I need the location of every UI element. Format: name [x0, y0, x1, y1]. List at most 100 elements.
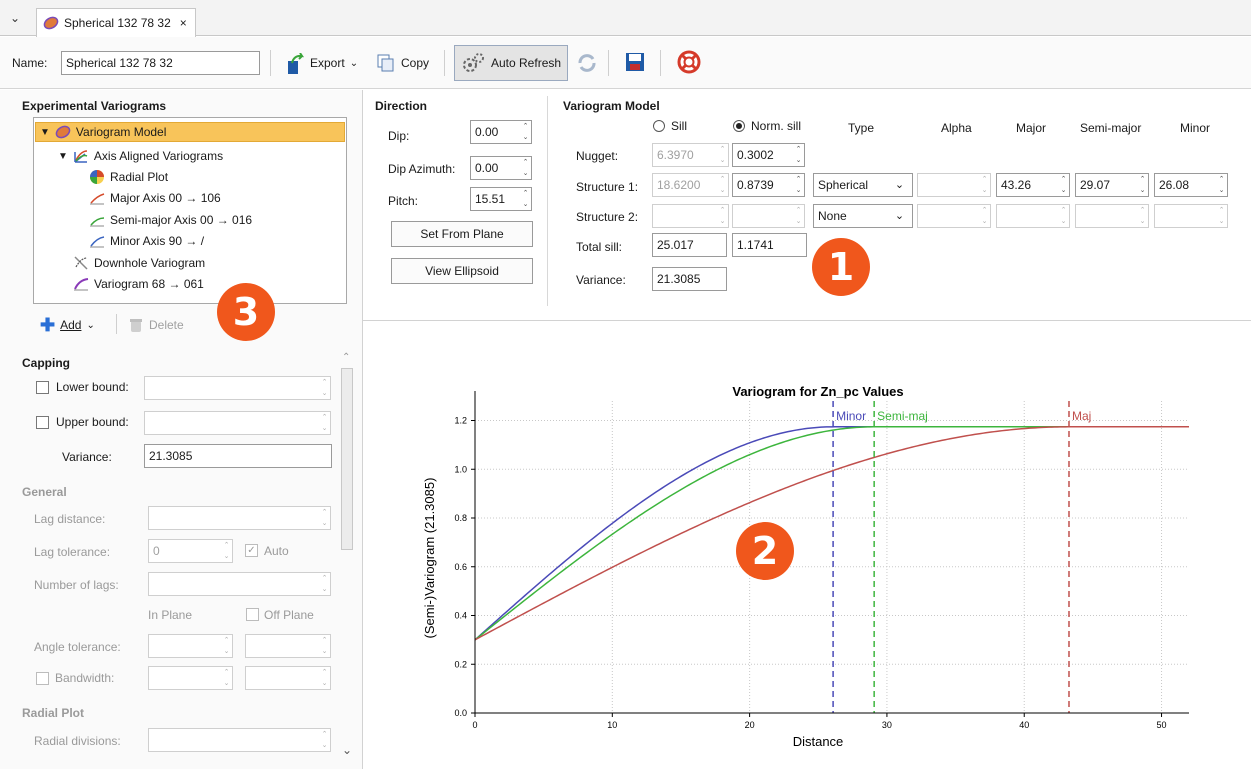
axis-aligned-icon	[73, 148, 89, 164]
structure-1-sill-input[interactable]: 18.6200	[652, 173, 718, 197]
tree-item-variogram-model[interactable]: ▼ Variogram Model	[35, 122, 345, 142]
structure-1-minor-input[interactable]: 26.08	[1154, 173, 1217, 197]
chevron-down-icon[interactable]: ⌄	[887, 173, 913, 197]
structure-2-major-spinner[interactable]: ⌃ ⌄	[1058, 204, 1070, 228]
structure-2-norm-input[interactable]	[732, 204, 794, 228]
structure-2-semi-major-spinner[interactable]: ⌃ ⌄	[1137, 204, 1149, 228]
close-icon[interactable]: ×	[180, 16, 187, 30]
scroll-down-icon[interactable]: ⌄	[342, 743, 352, 757]
dip-azimuth-input[interactable]: 0.00	[470, 156, 521, 180]
tree-item-minor-axis[interactable]: Minor Axis 90 → /	[89, 231, 204, 251]
view-ellipsoid-button[interactable]: View Ellipsoid	[391, 258, 533, 284]
structure-1-minor-spinner[interactable]: ⌃ ⌄	[1216, 173, 1228, 197]
help-lifebuoy-icon[interactable]	[677, 50, 701, 74]
expand-triangle-icon[interactable]: ▼	[40, 127, 50, 138]
nugget-norm-input[interactable]: 0.3002	[732, 143, 794, 167]
chevron-down-icon[interactable]: ⌄	[887, 204, 913, 228]
bandwidth-in-plane-spinner[interactable]: ⌃ ⌄	[221, 666, 233, 690]
scrollbar[interactable]: ⌃ ⌄	[339, 352, 355, 762]
tree-item-axis-aligned[interactable]: ▼ Axis Aligned Variograms	[58, 146, 223, 166]
nugget-sill-spinner[interactable]: ⌃ ⌄	[717, 143, 729, 167]
structure-1-semi-major-input[interactable]: 29.07	[1075, 173, 1138, 197]
structure-2-alpha-input[interactable]	[917, 204, 980, 228]
tab-spherical[interactable]: Spherical 132 78 32 ×	[36, 8, 196, 37]
lower-bound-input[interactable]	[144, 376, 320, 400]
auto-checkbox[interactable]: ✓	[245, 544, 258, 557]
angle-tolerance-in-plane-spinner[interactable]: ⌃ ⌄	[221, 634, 233, 658]
structure-2-minor-input[interactable]	[1154, 204, 1217, 228]
dip-input[interactable]: 0.00	[470, 120, 521, 144]
total-sill-label: Total sill:	[576, 240, 623, 254]
structure-2-sill-input[interactable]	[652, 204, 718, 228]
bandwidth-off-plane-spinner[interactable]: ⌃ ⌄	[319, 666, 331, 690]
tree-item-semi-major-axis[interactable]: Semi-major Axis 00 → 016	[89, 210, 252, 230]
lag-distance-input[interactable]	[148, 506, 320, 530]
structure-1-major-input[interactable]: 43.26	[996, 173, 1059, 197]
x-tick-label: 30	[882, 720, 892, 730]
structure-1-norm-input[interactable]: 0.8739	[732, 173, 794, 197]
structure-2-semi-major-input[interactable]	[1075, 204, 1138, 228]
lag-distance-spinner[interactable]: ⌃ ⌄	[319, 506, 331, 530]
refresh-icon[interactable]	[576, 52, 598, 74]
sill-radio[interactable]	[653, 120, 665, 132]
scroll-up-icon[interactable]: ⌃	[342, 352, 350, 363]
structure-2-type-select[interactable]: None	[813, 204, 888, 228]
copy-button[interactable]: Copy	[376, 49, 429, 77]
radial-divisions-input[interactable]	[148, 728, 320, 752]
pitch-input[interactable]: 15.51	[470, 187, 521, 211]
structure-1-type-select[interactable]: Spherical	[813, 173, 888, 197]
angle-tolerance-off-plane-input[interactable]	[245, 634, 320, 658]
radial-divisions-spinner[interactable]: ⌃ ⌄	[319, 728, 331, 752]
upper-bound-spinner[interactable]: ⌃ ⌄	[319, 411, 331, 435]
lower-bound-spinner[interactable]: ⌃ ⌄	[319, 376, 331, 400]
nugget-norm-spinner[interactable]: ⌃ ⌄	[793, 143, 805, 167]
angle-tolerance-off-plane-spinner[interactable]: ⌃ ⌄	[319, 634, 331, 658]
structure-1-semi-major-spinner[interactable]: ⌃ ⌄	[1137, 173, 1149, 197]
angle-tolerance-label: Angle tolerance:	[34, 640, 121, 654]
structure-1-major-spinner[interactable]: ⌃ ⌄	[1058, 173, 1070, 197]
dip-azimuth-spinner[interactable]: ⌃ ⌄	[520, 156, 532, 180]
nugget-sill-input[interactable]: 6.3970	[652, 143, 718, 167]
sill-radio-label: Sill	[671, 119, 688, 133]
lag-tolerance-spinner[interactable]: ⌃ ⌄	[221, 539, 233, 563]
bandwidth-in-plane-input[interactable]	[148, 666, 222, 690]
structure-1-sill-spinner[interactable]: ⌃ ⌄	[717, 173, 729, 197]
angle-tolerance-in-plane-input[interactable]	[148, 634, 222, 658]
tree-item-major-axis[interactable]: Major Axis 00 → 106	[89, 188, 221, 208]
x-axis-label: Distance	[793, 734, 844, 749]
number-of-lags-spinner[interactable]: ⌃ ⌄	[319, 572, 331, 596]
bandwidth-off-plane-input[interactable]	[245, 666, 320, 690]
norm-sill-radio[interactable]	[733, 120, 745, 132]
chevron-down-icon[interactable]: ⌄	[10, 11, 20, 25]
dip-spinner[interactable]: ⌃ ⌄	[520, 120, 532, 144]
upper-bound-checkbox[interactable]	[36, 416, 49, 429]
bandwidth-checkbox[interactable]	[36, 672, 49, 685]
add-button[interactable]: ✚ Add ⌄	[40, 315, 95, 335]
off-plane-checkbox[interactable]	[246, 608, 259, 621]
expand-triangle-icon[interactable]: ▼	[58, 151, 68, 162]
structure-1-alpha-input[interactable]	[917, 173, 980, 197]
name-input[interactable]: Spherical 132 78 32	[61, 51, 260, 75]
lag-tolerance-input[interactable]: 0	[148, 539, 222, 563]
export-button[interactable]: Export ⌄	[285, 49, 358, 77]
upper-bound-input[interactable]	[144, 411, 320, 435]
structure-2-minor-spinner[interactable]: ⌃ ⌄	[1216, 204, 1228, 228]
structure-1-norm-spinner[interactable]: ⌃ ⌄	[793, 173, 805, 197]
save-icon[interactable]	[624, 51, 646, 73]
number-of-lags-input[interactable]	[148, 572, 320, 596]
structure-2-sill-spinner[interactable]: ⌃ ⌄	[717, 204, 729, 228]
delete-button[interactable]: Delete	[128, 315, 184, 335]
pitch-spinner[interactable]: ⌃ ⌄	[520, 187, 532, 211]
tree-item-radial-plot[interactable]: Radial Plot	[89, 167, 168, 187]
scrollbar-thumb[interactable]	[341, 368, 353, 550]
set-from-plane-button[interactable]: Set From Plane	[391, 221, 533, 247]
structure-1-alpha-spinner[interactable]: ⌃ ⌄	[979, 173, 991, 197]
auto-refresh-button[interactable]: Auto Refresh	[454, 45, 568, 81]
tree-item-downhole-variogram[interactable]: Downhole Variogram	[73, 253, 205, 273]
structure-2-norm-spinner[interactable]: ⌃ ⌄	[793, 204, 805, 228]
tree-item-variogram-68[interactable]: Variogram 68 → 061	[73, 274, 204, 294]
lower-bound-checkbox[interactable]	[36, 381, 49, 394]
structure-2-major-input[interactable]	[996, 204, 1059, 228]
structure-2-alpha-spinner[interactable]: ⌃ ⌄	[979, 204, 991, 228]
y-axis-ticks: 0.0 0.2 0.4 0.6 0.8 1.0 1.2	[454, 416, 475, 718]
